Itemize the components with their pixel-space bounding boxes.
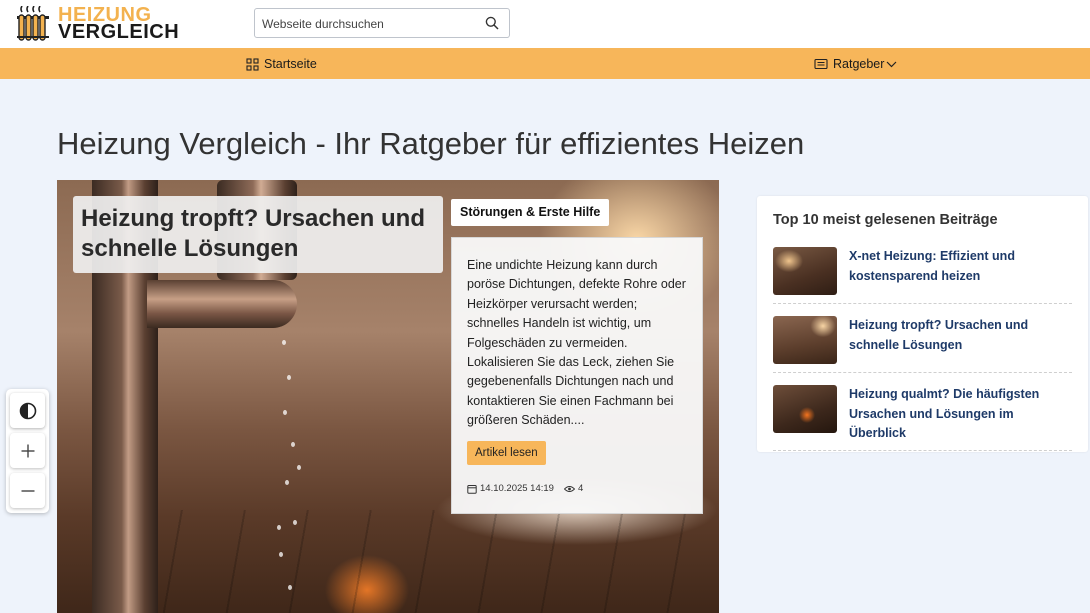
widget-title: Top 10 meist gelesenen Beiträge — [773, 212, 998, 228]
calendar-icon — [467, 484, 477, 494]
logo-line2: VERGLEICH — [58, 21, 180, 43]
top-posts-widget: Top 10 meist gelesenen Beiträge X-net He… — [757, 196, 1088, 452]
featured-excerpt: Eine undichte Heizung kann durch poröse … — [467, 258, 686, 428]
accessibility-panel — [6, 389, 49, 513]
post-title[interactable]: Heizung qualmt? Die häufigsten Ursachen … — [849, 385, 1069, 444]
article-date: 14.10.2025 14:19 — [480, 483, 554, 494]
nav-ratgeber-label: Ratgeber — [833, 57, 885, 71]
chevron-down-icon — [887, 61, 897, 67]
featured-title-box[interactable]: Heizung tropft? Ursachen und schnelle Lö… — [73, 196, 443, 273]
category-badge[interactable]: Störungen & Erste Hilfe — [451, 199, 610, 226]
featured-title[interactable]: Heizung tropft? Ursachen und schnelle Lö… — [81, 204, 435, 264]
nav-item-startseite[interactable]: Startseite — [246, 57, 317, 71]
nav-item-ratgeber[interactable]: Ratgeber — [814, 57, 902, 71]
post-thumbnail[interactable] — [773, 316, 837, 364]
zoom-out-button[interactable] — [10, 473, 45, 508]
list-item[interactable]: Heizung tropft? Ursachen und schnelle Lö… — [773, 316, 1072, 373]
post-title[interactable]: X-net Heizung: Effizient und kostenspare… — [849, 247, 1069, 286]
radiator-icon — [16, 5, 50, 42]
site-header: HEIZUNG VERGLEICH — [0, 0, 1090, 48]
excerpt-card: Eine undichte Heizung kann durch poröse … — [451, 237, 703, 514]
list-item[interactable]: Heizung qualmt? Die häufigsten Ursachen … — [773, 385, 1072, 451]
list-item[interactable]: X-net Heizung: Effizient und kostenspare… — [773, 247, 1072, 304]
newspaper-icon — [814, 58, 828, 70]
contrast-icon — [19, 402, 36, 419]
main-nav: Startseite Ratgeber — [0, 48, 1090, 79]
article-meta: 14.10.2025 14:19 4 — [467, 483, 583, 494]
post-title[interactable]: Heizung tropft? Ursachen und schnelle Lö… — [849, 316, 1069, 355]
article-views: 4 — [577, 483, 584, 494]
page-title: Heizung Vergleich - Ihr Ratgeber für eff… — [57, 126, 805, 161]
post-thumbnail[interactable] — [773, 385, 837, 433]
plus-icon — [21, 444, 34, 457]
post-thumbnail[interactable] — [773, 247, 837, 295]
nav-home-label: Startseite — [264, 57, 317, 71]
eye-icon — [563, 485, 575, 492]
search-box — [254, 8, 510, 38]
search-input[interactable] — [262, 15, 472, 33]
grid-icon — [246, 57, 259, 71]
zoom-in-button[interactable] — [10, 433, 45, 468]
contrast-toggle-button[interactable] — [10, 393, 45, 428]
site-logo[interactable]: HEIZUNG VERGLEICH — [16, 4, 179, 44]
featured-article[interactable]: Heizung tropft? Ursachen und schnelle Lö… — [57, 180, 719, 613]
read-article-button[interactable]: Artikel lesen — [467, 440, 546, 465]
minus-icon — [21, 489, 34, 492]
search-icon[interactable] — [485, 16, 499, 30]
